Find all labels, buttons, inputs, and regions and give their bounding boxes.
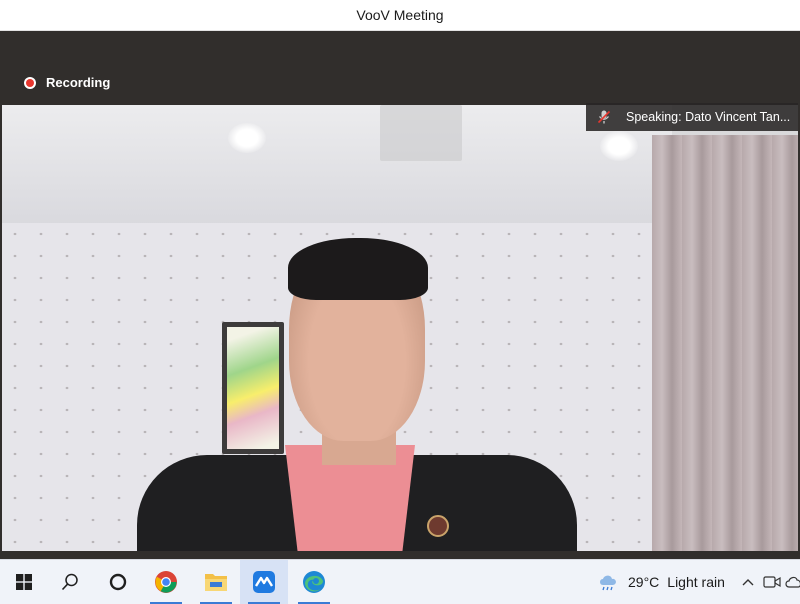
video-curtain (652, 135, 798, 551)
chevron-up-icon (742, 579, 754, 586)
search-icon (61, 573, 78, 591)
active-speaker-banner: Speaking: Dato Vincent Tan... (586, 103, 798, 131)
voov-meeting-taskbar-button[interactable] (240, 560, 288, 604)
video-camera-icon (763, 576, 781, 588)
taskbar-search-button[interactable] (46, 560, 94, 604)
participant-hair (288, 238, 428, 300)
ceiling-light (228, 123, 266, 153)
ceiling-vent (380, 105, 462, 161)
video-ceiling (2, 105, 672, 225)
window-titlebar: VooV Meeting (0, 0, 800, 31)
cortana-icon (109, 573, 127, 591)
weather-condition: Light rain (667, 574, 725, 590)
ceiling-light (600, 131, 638, 161)
wall-painting (222, 322, 284, 454)
participant-video[interactable] (2, 105, 798, 551)
recording-dot-icon (24, 76, 36, 89)
weather-widget[interactable]: 29°C Light rain (598, 560, 725, 604)
muted-mic-icon (597, 110, 611, 124)
onedrive-tray-button[interactable] (782, 560, 800, 604)
rain-cloud-icon (600, 575, 616, 591)
lapel-pin (427, 515, 449, 537)
windows-taskbar: 29°C Light rain (0, 559, 800, 604)
windows-start-button[interactable] (0, 560, 48, 604)
window-title: VooV Meeting (356, 7, 444, 23)
edge-icon (303, 571, 325, 593)
weather-temperature: 29°C (628, 574, 660, 590)
recording-indicator[interactable]: Recording (22, 75, 110, 90)
windows-start-icon (16, 574, 32, 590)
voov-meeting-icon (253, 571, 275, 593)
cortana-button[interactable] (94, 560, 142, 604)
speaking-label: Speaking: Dato Vincent Tan... (626, 110, 791, 124)
show-hidden-icons-button[interactable] (736, 560, 760, 604)
chrome-icon (155, 571, 177, 593)
meet-now-tray-button[interactable] (760, 560, 784, 604)
painting-canvas (227, 327, 279, 449)
meeting-window: Recording Speaking: Dato Vincent Tan... (0, 31, 800, 559)
chrome-taskbar-button[interactable] (142, 560, 190, 604)
top-bar: Recording (0, 31, 800, 105)
cloud-icon (785, 576, 800, 588)
recording-label: Recording (46, 75, 111, 90)
file-explorer-taskbar-button[interactable] (192, 560, 240, 604)
edge-taskbar-button[interactable] (290, 560, 338, 604)
file-explorer-icon (205, 574, 227, 591)
